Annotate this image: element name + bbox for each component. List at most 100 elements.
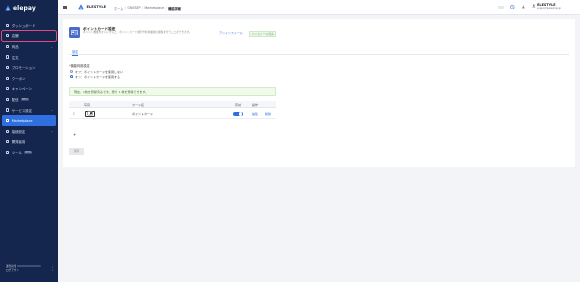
sidebar-item-broadcast[interactable]: 配信 BETA [2,94,56,105]
col-actions: 操作 [252,103,259,107]
promotion-icon [6,66,10,70]
radio-off-label: オフ：ポイントカードを使用しない [75,69,124,74]
sidebar-item-connection[interactable]: 接続設定 ⌄ [2,126,56,137]
table-row: ⠿ ポイントカード 編集 削除 [69,108,276,119]
sidebar-item-label: 店舗 [11,34,19,39]
broadcast-icon [6,97,10,102]
settings-icon [6,108,10,112]
table-header: 写真 カード名 有効 操作 [69,101,276,108]
sidebar-item-label: 接続設定 [11,129,26,134]
store-icon [6,34,10,38]
beta-badge: BETA [24,150,33,155]
campaign-icon [6,87,10,91]
uninstall-link[interactable]: アンインストール [219,31,243,35]
brand-name: ELESTYLE [86,5,107,9]
sidebar-item-coupon[interactable]: クーポン [2,73,56,84]
sidebar-user-bar [17,265,42,267]
collapse-icon[interactable]: ‹ › [52,266,53,272]
add-card-button[interactable]: + [73,132,76,137]
developer-icon [6,140,10,144]
edit-button[interactable]: 編集 [252,112,258,116]
sidebar-item-marketplace[interactable]: Marketplace [2,115,56,126]
breadcrumb-separator: / [165,5,167,10]
download-icon[interactable] [521,5,526,10]
elepay-logo-icon [5,5,11,11]
user-info: ELESTYLE support@elestyle.jp [537,3,561,11]
breadcrumb-home[interactable]: ホーム [114,6,123,11]
radio-off[interactable] [70,70,73,73]
user-email: support@elestyle.jp [537,7,561,11]
sidebar-item-developer[interactable]: 開発者用 [2,137,56,148]
option-title-text: 機能利用設定 [70,64,90,68]
sidebar-item-dashboard[interactable]: ダッシュボード [2,20,56,31]
point-card-icon [69,27,80,38]
sidebar-item-order[interactable]: 注文 [2,52,56,63]
env-badge [498,5,504,9]
tab-settings[interactable]: 設定 [72,49,79,57]
beta-badge: BETA [20,97,30,102]
save-button[interactable]: 保存 [69,148,84,155]
sidebar-item-product[interactable]: 商品 ⌄ [2,41,56,52]
chevron-down-icon: ⌄ [50,108,53,113]
tool-icon [6,150,10,155]
radio-on-label: オン：ポイントカードを使用する [75,74,121,79]
sidebar-item-label: ダッシュボード [11,23,36,28]
breadcrumb-separator: / [141,5,143,10]
sidebar-item-label: キャンペーン [11,87,32,92]
connection-icon [6,129,10,133]
menu-icon[interactable] [63,5,67,9]
chevron-down-icon: ⌄ [50,44,53,49]
breadcrumb: ホーム / ONESEP / Marketplace / 機能詳細 [114,6,181,11]
tab-bar: 設定 [69,46,569,57]
drag-handle-icon[interactable]: ⠿ [73,112,75,116]
sidebar-item-label: ツール [11,150,22,155]
alert-text: 現在、1枚を登録済みです。残り 1 枚を登録できます。 [74,89,149,94]
sidebar-item-campaign[interactable]: キャンペーン [2,84,56,95]
sidebar-user-role: 運営担当 [6,265,17,268]
sidebar-item-label: プロモーション [11,66,36,71]
marketplace-icon [6,119,10,123]
sidebar-item-label: 配信 [11,97,19,102]
user-icon [532,4,536,9]
breadcrumb-app[interactable]: ONESEP [128,6,141,11]
sidebar-user[interactable]: 運営担当 ログアウト [6,265,54,272]
info-alert: 現在、1枚を登録済みです。残り 1 枚を登録できます。 [69,87,276,96]
sidebar-item-label: Marketplace [11,118,33,123]
option-title: *機能利用設定 [69,63,90,68]
logo-text: elepay [13,4,36,12]
sidebar-item-label: 注文 [11,55,19,60]
sidebar-item-label: 商品 [11,44,19,49]
radio-off-option[interactable]: オフ：ポイントカードを使用しない [70,70,123,74]
sidebar: elepay ダッシュボード 店舗 商品 ⌄ 注文 プロモーション クーポン キャンペーン 配信… [0,0,58,282]
col-enabled: 有効 [235,103,242,107]
help-icon[interactable]: ? [510,4,515,10]
sidebar-logo[interactable]: elepay [5,4,36,12]
card-table: 写真 カード名 有効 操作 ⠿ ポイントカード 編集 削除 [69,101,276,119]
radio-on-option[interactable]: オン：ポイントカードを使用する [70,75,120,79]
sidebar-logout[interactable]: ログアウト [6,269,19,272]
sidebar-item-promotion[interactable]: プロモーション [2,62,56,73]
radio-on[interactable] [70,75,73,78]
sidebar-item-settings[interactable]: サービス設定 ⌄ [2,105,56,116]
delete-button[interactable]: 削除 [265,112,271,116]
card-name: ポイントカード [132,112,154,116]
enabled-toggle[interactable] [233,111,243,117]
installed-badge: インストール済み [249,30,277,38]
breadcrumb-separator: / [124,5,127,10]
breadcrumb-marketplace[interactable]: Marketplace [145,6,165,11]
coupon-icon [6,76,10,80]
dashboard-icon [6,23,10,27]
brand: ELESTYLE [78,4,106,10]
page-description: ポイント機能をオンにすると、ポイントカード発行や利用履歴の閲覧を行うことができま… [83,31,192,34]
topbar-actions: ? [498,4,526,10]
sidebar-item-store[interactable]: 店舗 [1,30,57,42]
sidebar-item-label: クーポン [11,76,26,81]
chevron-down-icon: ⌄ [50,129,53,134]
sidebar-item-tool[interactable]: ツール BETA [2,147,56,158]
sidebar-nav: ダッシュボード 店舗 商品 ⌄ 注文 プロモーション クーポン キャンペーン 配信 BETA サービ… [1,20,57,158]
sidebar-footer: 運営担当 ログアウト ‹ › [6,265,54,275]
product-icon [6,44,10,49]
sidebar-item-label: 開発者用 [11,140,26,145]
card-thumbnail [85,110,95,117]
user-menu[interactable]: ELESTYLE support@elestyle.jp [532,3,561,11]
